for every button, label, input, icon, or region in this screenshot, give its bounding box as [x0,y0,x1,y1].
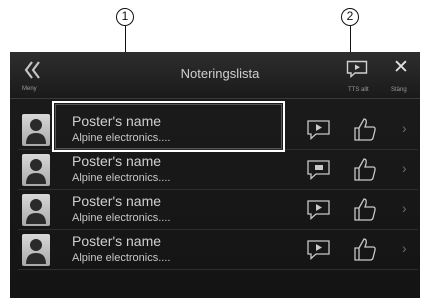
chevron-right-icon[interactable]: › [402,160,407,176]
close-label: Stäng [391,87,407,93]
page-title: Noteringslista [180,66,260,81]
chevron-right-icon[interactable]: › [402,120,407,136]
speech-bubble-play-icon[interactable] [306,119,332,141]
menu-label: Meny [22,86,37,92]
person-avatar-icon [22,114,50,146]
person-avatar-icon [22,154,50,186]
poster-company: Alpine electronics.... [72,172,171,184]
list-item[interactable]: Poster's name Alpine electronics.... › [18,150,418,190]
callout-1-highlight-box [52,101,285,152]
speech-bubble-play-icon[interactable] [306,199,332,221]
row-divider [18,269,418,270]
list-item-text[interactable]: Poster's name Alpine electronics.... [60,191,290,229]
menu-back-button[interactable]: Meny [16,56,50,96]
poster-name: Poster's name [72,193,162,209]
double-chevron-left-icon [24,60,42,86]
tts-all-button[interactable]: TTS allt [340,56,376,96]
speech-bubble-play-icon[interactable] [306,239,332,261]
list-item-text[interactable]: Poster's name Alpine electronics.... [60,151,290,189]
top-bar: Meny Noteringslista TTS allt ✕ Stäng [10,52,420,99]
thumbs-up-icon[interactable] [352,196,378,222]
poster-company: Alpine electronics.... [72,212,171,224]
poster-company: Alpine electronics.... [72,252,171,264]
device-screen: Meny Noteringslista TTS allt ✕ Stäng Pos… [10,52,420,298]
person-avatar-icon [22,234,50,266]
list-item[interactable]: Poster's name Alpine electronics.... › [18,230,418,270]
list-item-text[interactable]: Poster's name Alpine electronics.... [60,231,290,269]
poster-name: Poster's name [72,153,162,169]
close-icon: ✕ [393,57,409,78]
tts-all-label: TTS allt [348,87,369,93]
thumbs-up-icon[interactable] [352,116,378,142]
callout-1: 1 [116,8,134,26]
chevron-right-icon[interactable]: › [402,240,407,256]
speech-bubble-icon[interactable] [306,159,332,181]
speech-bubble-play-icon [346,60,368,83]
poster-name: Poster's name [72,233,162,249]
close-button[interactable]: ✕ Stäng [386,56,416,96]
thumbs-up-icon[interactable] [352,156,378,182]
chevron-right-icon[interactable]: › [402,200,407,216]
list-item[interactable]: Poster's name Alpine electronics.... › [18,190,418,230]
callout-2: 2 [341,8,359,26]
person-avatar-icon [22,194,50,226]
thumbs-up-icon[interactable] [352,236,378,262]
